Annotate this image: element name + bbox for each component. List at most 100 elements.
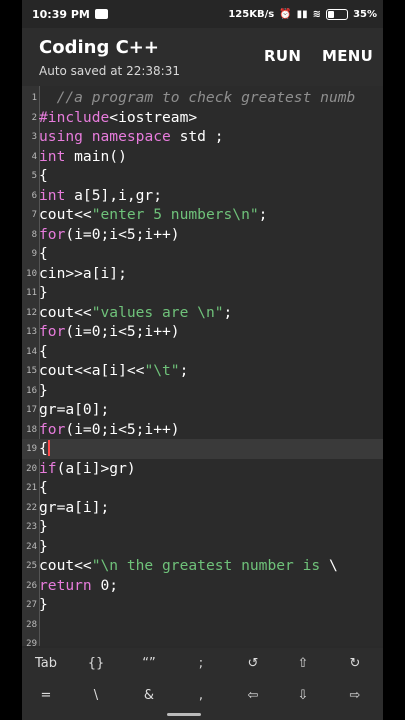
code-line[interactable]: 2 #include<iostream> xyxy=(22,108,383,128)
code-line[interactable]: 20 if(a[i]>gr) xyxy=(22,459,383,479)
code-text[interactable]: gr=a[0]; xyxy=(39,401,109,418)
code-text[interactable]: { xyxy=(39,440,50,457)
code-text[interactable]: return 0; xyxy=(39,577,118,594)
equals-key[interactable]: = xyxy=(27,688,65,703)
line-number: 1 xyxy=(31,93,37,103)
app-title: Coding C++ xyxy=(39,37,159,58)
code-line[interactable]: 13 for(i=0;i<5;i++) xyxy=(22,322,383,342)
code-text[interactable]: } xyxy=(39,596,48,613)
ampersand-key[interactable]: & xyxy=(130,688,168,703)
code-line[interactable]: 27} xyxy=(22,595,383,615)
alarm-icon: ⏰ xyxy=(279,8,292,20)
code-text[interactable]: { xyxy=(39,167,48,184)
code-line[interactable]: 26 return 0; xyxy=(22,576,383,596)
line-number: 20 xyxy=(26,463,37,474)
arrow-right-key[interactable]: ⇨ xyxy=(336,688,374,703)
code-editor[interactable]: 1 //a program to check greatest numb 2 #in… xyxy=(22,86,383,646)
app-bar: Coding C++ Auto saved at 22:38:31 RUN ME… xyxy=(22,28,383,86)
line-number: 9 xyxy=(31,249,37,259)
code-text[interactable]: { xyxy=(39,245,48,262)
code-line[interactable]: 23} xyxy=(22,517,383,537)
code-text[interactable]: cout<<a[i]<<"\t"; xyxy=(39,362,188,379)
code-line[interactable]: 4 int main() xyxy=(22,147,383,167)
signal-icon: ▮▮ xyxy=(296,8,308,20)
code-line[interactable]: 24} xyxy=(22,537,383,557)
status-right: 125KB/s ⏰ ▮▮ ≋ 35% xyxy=(228,8,377,20)
braces-key[interactable]: {} xyxy=(77,656,115,671)
code-line[interactable]: 10 cin>>a[i]; xyxy=(22,264,383,284)
code-line[interactable]: 12 cout<<"values are \n"; xyxy=(22,303,383,323)
symbol-toolbar: Tab {} “”; ↺ ⇧ ↻ = \ &, ⇦ ⇩ ⇨ xyxy=(22,648,383,720)
code-text[interactable]: { xyxy=(39,343,48,360)
code-line[interactable]: 15 cout<<a[i]<<"\t"; xyxy=(22,361,383,381)
wifi-icon: ≋ xyxy=(312,8,322,20)
code-line[interactable]: 14{ xyxy=(22,342,383,362)
code-text[interactable]: } xyxy=(39,518,48,535)
code-text[interactable]: } xyxy=(39,284,48,301)
code-text[interactable]: cout<<"values are \n"; xyxy=(39,304,232,321)
code-line[interactable]: 22 gr=a[i]; xyxy=(22,498,383,518)
code-text[interactable]: int a[5],i,gr; xyxy=(39,187,162,204)
code-line[interactable]: 11} xyxy=(22,283,383,303)
code-text[interactable]: for(i=0;i<5;i++) xyxy=(39,421,180,438)
line-number: 3 xyxy=(31,132,37,142)
code-text[interactable]: if(a[i]>gr) xyxy=(39,460,136,477)
semicolon-key[interactable]: ; xyxy=(182,656,220,671)
battery-icon xyxy=(326,8,349,20)
code-line[interactable]: 17 gr=a[0]; xyxy=(22,400,383,420)
code-line[interactable]: 6 int a[5],i,gr; xyxy=(22,186,383,206)
code-text[interactable]: gr=a[i]; xyxy=(39,499,109,516)
text-cursor xyxy=(47,440,50,456)
shift-key[interactable]: ⇧ xyxy=(284,656,322,671)
arrow-left-key[interactable]: ⇦ xyxy=(234,688,272,703)
code-line[interactable]: 29 xyxy=(22,634,383,646)
code-text[interactable]: //a program to check greatest numb xyxy=(39,89,356,106)
line-number: 21 xyxy=(26,483,37,493)
quotes-key[interactable]: “” xyxy=(130,656,168,671)
code-line[interactable]: 18 for(i=0;i<5;i++) xyxy=(22,420,383,440)
line-number: 11 xyxy=(26,288,37,298)
code-line[interactable]: 16} xyxy=(22,381,383,401)
line-number: 19 xyxy=(26,444,37,454)
code-text[interactable]: cout<<"enter 5 numbers\n"; xyxy=(39,206,267,223)
code-text[interactable]: for(i=0;i<5;i++) xyxy=(39,226,180,243)
comma-key[interactable]: , xyxy=(182,688,220,703)
status-bar: 10:39 PM 125KB/s ⏰ ▮▮ ≋ 35% xyxy=(22,0,383,28)
code-line[interactable]: 7 cout<<"enter 5 numbers\n"; xyxy=(22,205,383,225)
code-line[interactable]: 28 xyxy=(22,615,383,635)
code-text[interactable]: } xyxy=(39,538,48,555)
tab-key[interactable]: Tab xyxy=(27,656,65,671)
code-text[interactable]: } xyxy=(39,382,48,399)
line-number: 4 xyxy=(31,151,37,162)
line-number: 26 xyxy=(26,580,37,591)
backslash-key[interactable]: \ xyxy=(77,688,115,703)
home-indicator[interactable] xyxy=(167,713,201,716)
code-line[interactable]: 8 for(i=0;i<5;i++) xyxy=(22,225,383,245)
code-text[interactable]: #include<iostream> xyxy=(39,109,197,126)
menu-button[interactable]: MENU xyxy=(322,47,373,65)
code-line[interactable]: 19{ xyxy=(22,439,383,459)
redo-key[interactable]: ↻ xyxy=(336,656,374,671)
code-text[interactable]: cin>>a[i]; xyxy=(39,265,127,282)
line-number: 22 xyxy=(26,502,37,513)
line-number: 7 xyxy=(31,210,37,220)
code-text[interactable]: for(i=0;i<5;i++) xyxy=(39,323,180,340)
undo-key[interactable]: ↺ xyxy=(234,656,272,671)
battery-percent: 35% xyxy=(353,8,377,20)
code-text[interactable]: int main() xyxy=(39,148,127,165)
code-text[interactable]: cout<<"\n the greatest number is \ xyxy=(39,557,338,574)
notification-app-icon xyxy=(94,9,108,19)
line-number: 12 xyxy=(26,307,37,318)
code-line[interactable]: 21{ xyxy=(22,478,383,498)
network-speed: 125KB/s xyxy=(228,8,275,20)
run-button[interactable]: RUN xyxy=(264,47,301,65)
arrow-down-key[interactable]: ⇩ xyxy=(284,688,322,703)
code-text[interactable]: { xyxy=(39,479,48,496)
line-number: 18 xyxy=(26,424,37,435)
code-text[interactable]: using namespace std ; xyxy=(39,128,224,145)
code-line[interactable]: 9{ xyxy=(22,244,383,264)
code-line[interactable]: 3 using namespace std ; xyxy=(22,127,383,147)
code-line[interactable]: 1 //a program to check greatest numb xyxy=(22,88,383,108)
code-line[interactable]: 5{ xyxy=(22,166,383,186)
code-line[interactable]: 25 cout<<"\n the greatest number is \ xyxy=(22,556,383,576)
